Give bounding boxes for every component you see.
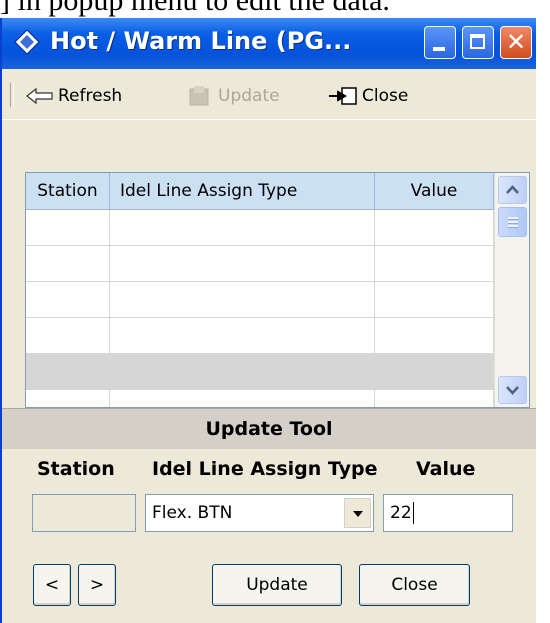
cell-type[interactable] [110,318,375,353]
cell-station[interactable] [26,318,110,353]
refresh-label: Refresh [58,86,123,106]
arrow-left-icon [26,87,53,105]
assign-type-select[interactable]: Flex. BTN [145,494,374,532]
close-icon: ✕ [505,28,527,56]
grid-header: Station Idel Line Assign Type Value [26,173,494,210]
toolbar-close-button[interactable]: Close [328,82,408,110]
window-title: Hot / Warm Line (PG... [50,27,352,55]
value-label: Value [416,458,476,480]
cell-value[interactable] [375,210,494,245]
cell-type[interactable] [110,354,375,389]
toolbar-update-label: Update [218,86,280,106]
column-header-value[interactable]: Value [375,173,494,209]
data-grid[interactable]: Station Idel Line Assign Type Value [25,172,530,408]
scroll-thumb[interactable] [498,207,527,237]
cell-value[interactable] [375,318,494,353]
toolbar-close-label: Close [362,86,409,106]
assign-type-label: Idel Line Assign Type [152,458,378,480]
title-bar[interactable]: Hot / Warm Line (PG... ✕ [2,18,536,69]
minimize-button[interactable] [424,26,456,59]
table-row[interactable] [26,210,494,246]
cell-station[interactable] [26,282,110,317]
close-button[interactable]: Close [359,564,470,606]
cell-station[interactable] [26,354,110,389]
app-diamond-icon [14,29,40,55]
thumb-grip-line [508,217,518,220]
document-text-line: ] in popup menu to edit the data. [0,0,550,18]
text-caret [412,502,414,524]
chevron-down-icon [506,386,519,395]
toolbar-grip[interactable] [10,83,14,107]
cell-value[interactable] [375,354,494,389]
minimize-icon [433,47,445,51]
update-button[interactable]: Update [212,564,342,606]
scroll-up-button[interactable] [498,176,527,204]
document-text: ] in popup menu to edit the data. [0,0,390,17]
exit-door-icon [329,87,357,105]
column-header-idle-line-assign-type[interactable]: Idel Line Assign Type [110,173,375,209]
update-disk-icon [189,86,209,106]
cell-value[interactable] [375,390,494,407]
toolbar-update-button[interactable]: Update [186,82,280,110]
chevron-down-icon [353,511,363,517]
value-input-text: 22 [390,495,414,531]
cell-value[interactable] [375,246,494,281]
table-row[interactable] [26,282,494,318]
dropdown-button[interactable] [344,498,371,528]
station-field[interactable] [32,494,136,532]
chevron-up-icon [506,185,519,194]
table-row[interactable] [26,246,494,282]
update-tool-title: Update Tool [205,418,333,440]
value-input-value: 22 [390,503,412,523]
thumb-grip-line [508,225,518,228]
next-button[interactable]: > [78,564,116,606]
column-header-station[interactable]: Station [26,173,110,209]
cell-station[interactable] [26,390,110,407]
thumb-grip-line [508,221,518,224]
app-window: Hot / Warm Line (PG... ✕ Refresh Update [0,18,536,623]
cell-type[interactable] [110,282,375,317]
cell-type[interactable] [110,210,375,245]
maximize-icon [470,34,485,49]
cell-type[interactable] [110,246,375,281]
station-label: Station [37,458,115,480]
table-row[interactable] [26,390,494,407]
close-window-button[interactable]: ✕ [500,26,532,59]
assign-type-selected: Flex. BTN [152,503,233,523]
table-row[interactable] [26,318,494,354]
cell-station[interactable] [26,246,110,281]
value-input[interactable]: 22 [383,494,513,532]
toolbar: Refresh Update Close [2,69,536,120]
refresh-button[interactable]: Refresh [26,82,122,110]
vertical-scrollbar[interactable] [494,173,529,407]
scroll-down-button[interactable] [498,376,527,404]
cell-type[interactable] [110,390,375,407]
cell-station[interactable] [26,210,110,245]
cell-value[interactable] [375,282,494,317]
maximize-button[interactable] [462,26,494,59]
update-tool-header: Update Tool [2,408,536,449]
previous-button[interactable]: < [33,564,71,606]
table-row-selected[interactable] [26,354,494,390]
